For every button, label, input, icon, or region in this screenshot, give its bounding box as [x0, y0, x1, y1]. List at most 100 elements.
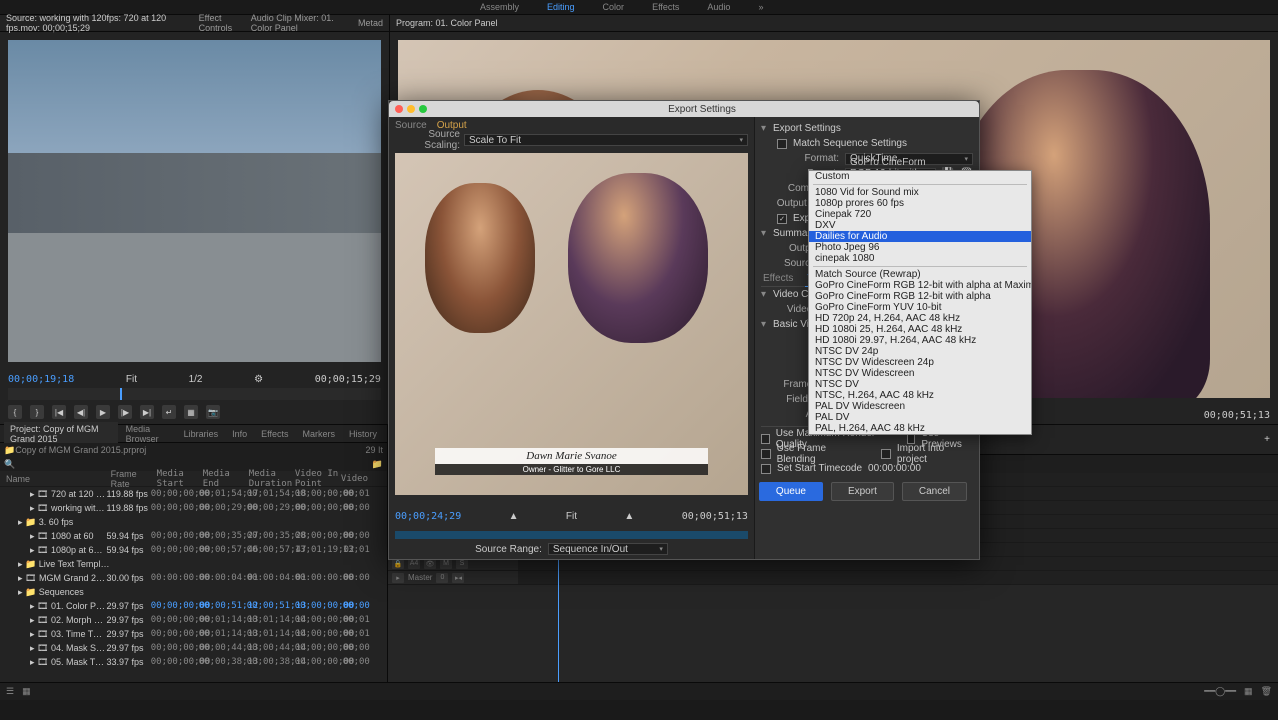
- source-monitor[interactable]: [8, 40, 381, 362]
- media-browser-tab[interactable]: Media Browser: [120, 422, 176, 446]
- preset-option[interactable]: PAL DV Widescreen: [809, 401, 1031, 412]
- export-button[interactable]: Export: [831, 482, 894, 501]
- project-row[interactable]: ▸ 📁 3. 60 fps: [0, 515, 387, 529]
- preset-option[interactable]: NTSC DV 24p: [809, 346, 1031, 357]
- zoom-slider[interactable]: ━━◯━━: [1204, 686, 1236, 697]
- ws-overflow-icon[interactable]: »: [758, 2, 763, 12]
- project-row[interactable]: ▸ 🎞 01. Color Panel29.97 fps00;00;00;000…: [0, 599, 387, 613]
- ws-tab-color[interactable]: Color: [603, 2, 625, 12]
- close-dot-icon[interactable]: [395, 105, 403, 113]
- ws-tab-editing[interactable]: Editing: [547, 2, 575, 12]
- markers-tab[interactable]: Markers: [296, 427, 341, 441]
- project-row[interactable]: ▸ 🎞 05. Mask Tracker33.97 fps00;00;00;00…: [0, 655, 387, 669]
- preset-option[interactable]: NTSC DV: [809, 379, 1031, 390]
- project-row[interactable]: ▸ 🎞 1080 at 6059.94 fps00;00;00;0000;00;…: [0, 529, 387, 543]
- new-item-icon[interactable]: ▦: [1244, 686, 1253, 697]
- export-preview[interactable]: Dawn Marie Svanoe Owner - Glitter to Gor…: [395, 153, 748, 495]
- frame-blending-checkbox[interactable]: [761, 449, 771, 459]
- set-in-icon[interactable]: ▲: [509, 511, 519, 522]
- ws-tab-audio[interactable]: Audio: [707, 2, 730, 12]
- preset-option[interactable]: Match Source (Rewrap): [809, 269, 1031, 280]
- queue-button[interactable]: Queue: [759, 482, 823, 501]
- metadata-tab[interactable]: Metad: [356, 18, 385, 29]
- source-scaling-dropdown[interactable]: Scale To Fit: [464, 134, 748, 146]
- preset-option[interactable]: PAL DV: [809, 412, 1031, 423]
- project-row[interactable]: ▸ 📁 Sequences: [0, 585, 387, 599]
- project-row[interactable]: ▸ 🎞 720 at 120 fps.m119.88 fps00;00;00;0…: [0, 487, 387, 501]
- disclosure-icon[interactable]: ▾: [761, 123, 769, 134]
- preset-option[interactable]: NTSC, H.264, AAC 48 kHz: [809, 390, 1031, 401]
- export-tc-in[interactable]: 00;00;24;29: [395, 511, 461, 522]
- preset-option[interactable]: NTSC DV Widescreen 24p: [809, 357, 1031, 368]
- project-row[interactable]: ▸ 🎞 MGM Grand 2015 Linked30.00 fps00:00:…: [0, 571, 387, 585]
- overwrite-icon[interactable]: ▦: [184, 405, 198, 419]
- preset-option[interactable]: GoPro CineForm RGB 12-bit with alpha: [809, 291, 1031, 302]
- step-back-icon[interactable]: ◀|: [74, 405, 88, 419]
- audio-mixer-tab[interactable]: Audio Clip Mixer: 01. Color Panel: [249, 13, 352, 34]
- disclosure-icon[interactable]: ▾: [761, 228, 769, 239]
- project-row[interactable]: ▸ 🎞 03. Time Tuner29.97 fps00;00;00;0000…: [0, 627, 387, 641]
- goto-in-icon[interactable]: |◀: [52, 405, 66, 419]
- preset-option[interactable]: DXV: [809, 220, 1031, 231]
- disclosure-icon[interactable]: ▾: [761, 319, 769, 330]
- mark-in-icon[interactable]: {: [8, 405, 22, 419]
- preset-option[interactable]: Dailies for Audio: [809, 231, 1031, 242]
- dialog-titlebar[interactable]: Export Settings: [389, 101, 979, 117]
- preset-option[interactable]: 1080p prores 60 fps: [809, 198, 1031, 209]
- libraries-tab[interactable]: Libraries: [178, 427, 225, 441]
- preset-option[interactable]: PAL, H.264, AAC 48 kHz: [809, 423, 1031, 434]
- project-row[interactable]: ▸ 📁 Live Text Templates: [0, 557, 387, 571]
- project-list[interactable]: ▸ 🎞 720 at 120 fps.m119.88 fps00;00;00;0…: [0, 487, 387, 682]
- trash-icon[interactable]: 🗑: [1261, 686, 1272, 697]
- info-tab[interactable]: Info: [226, 427, 253, 441]
- source-fit-dropdown[interactable]: Fit: [126, 374, 137, 385]
- preset-option[interactable]: 1080 Vid for Sound mix: [809, 187, 1031, 198]
- ws-tab-assembly[interactable]: Assembly: [480, 2, 519, 12]
- program-tab[interactable]: Program: 01. Color Panel: [394, 18, 500, 29]
- import-project-checkbox[interactable]: [881, 449, 891, 459]
- start-tc-checkbox[interactable]: [761, 464, 771, 474]
- preset-option[interactable]: HD 1080i 29.97, H.264, AAC 48 kHz: [809, 335, 1031, 346]
- effect-controls-tab[interactable]: Effect Controls: [197, 13, 245, 34]
- preset-dropdown-list[interactable]: Custom 1080 Vid for Sound mix1080p prores…: [808, 170, 1032, 435]
- preset-option[interactable]: cinepak 1080: [809, 253, 1031, 264]
- source-scrubber[interactable]: [8, 388, 381, 400]
- search-icon[interactable]: 🔍: [4, 459, 15, 470]
- add-marker-icon[interactable]: +: [1256, 434, 1278, 445]
- preset-option[interactable]: NTSC DV Widescreen: [809, 368, 1031, 379]
- set-out-icon[interactable]: ▲: [624, 511, 634, 522]
- goto-out-icon[interactable]: ▶|: [140, 405, 154, 419]
- export-frame-icon[interactable]: 📷: [206, 405, 220, 419]
- insert-icon[interactable]: ↵: [162, 405, 176, 419]
- mark-out-icon[interactable]: }: [30, 405, 44, 419]
- disclosure-icon[interactable]: ▾: [761, 289, 769, 300]
- start-tc-value[interactable]: 00:00:00:00: [868, 463, 921, 474]
- export-fit-dropdown[interactable]: Fit: [566, 511, 577, 522]
- source-tab[interactable]: Source: working with 120fps: 720 at 120 …: [4, 13, 193, 34]
- icon-view-icon[interactable]: ▦: [22, 686, 31, 697]
- project-row[interactable]: ▸ 🎞 1080p at 60 m59.94 fps00;00;00;0000;…: [0, 543, 387, 557]
- project-tab[interactable]: Project: Copy of MGM Grand 2015: [4, 422, 118, 446]
- preset-option[interactable]: HD 1080i 25, H.264, AAC 48 kHz: [809, 324, 1031, 335]
- project-row[interactable]: ▸ 🎞 working with 120f119.88 fps00;00;00;…: [0, 501, 387, 515]
- cancel-button[interactable]: Cancel: [902, 482, 967, 501]
- max-dot-icon[interactable]: [419, 105, 427, 113]
- history-tab[interactable]: History: [343, 427, 383, 441]
- play-icon[interactable]: ▶: [96, 405, 110, 419]
- ws-tab-effects[interactable]: Effects: [652, 2, 679, 12]
- match-sequence-checkbox[interactable]: [777, 139, 787, 149]
- export-video-checkbox[interactable]: [777, 214, 787, 224]
- step-fwd-icon[interactable]: |▶: [118, 405, 132, 419]
- new-bin-icon[interactable]: 📁: [372, 459, 383, 470]
- preset-option[interactable]: Custom: [809, 171, 1031, 182]
- preset-option[interactable]: GoPro CineForm YUV 10-bit: [809, 302, 1031, 313]
- source-tc-in[interactable]: 00;00;19;18: [8, 374, 74, 385]
- preset-option[interactable]: GoPro CineForm RGB 12-bit with alpha at …: [809, 280, 1031, 291]
- effects-tab[interactable]: Effects: [255, 427, 294, 441]
- preset-option[interactable]: Photo Jpeg 96: [809, 242, 1031, 253]
- project-row[interactable]: ▸ 🎞 04. Mask Selections29.97 fps00;00;00…: [0, 641, 387, 655]
- max-render-checkbox[interactable]: [761, 434, 770, 444]
- effects-tab[interactable]: Effects: [761, 271, 795, 286]
- min-dot-icon[interactable]: [407, 105, 415, 113]
- list-view-icon[interactable]: ☰: [6, 686, 14, 697]
